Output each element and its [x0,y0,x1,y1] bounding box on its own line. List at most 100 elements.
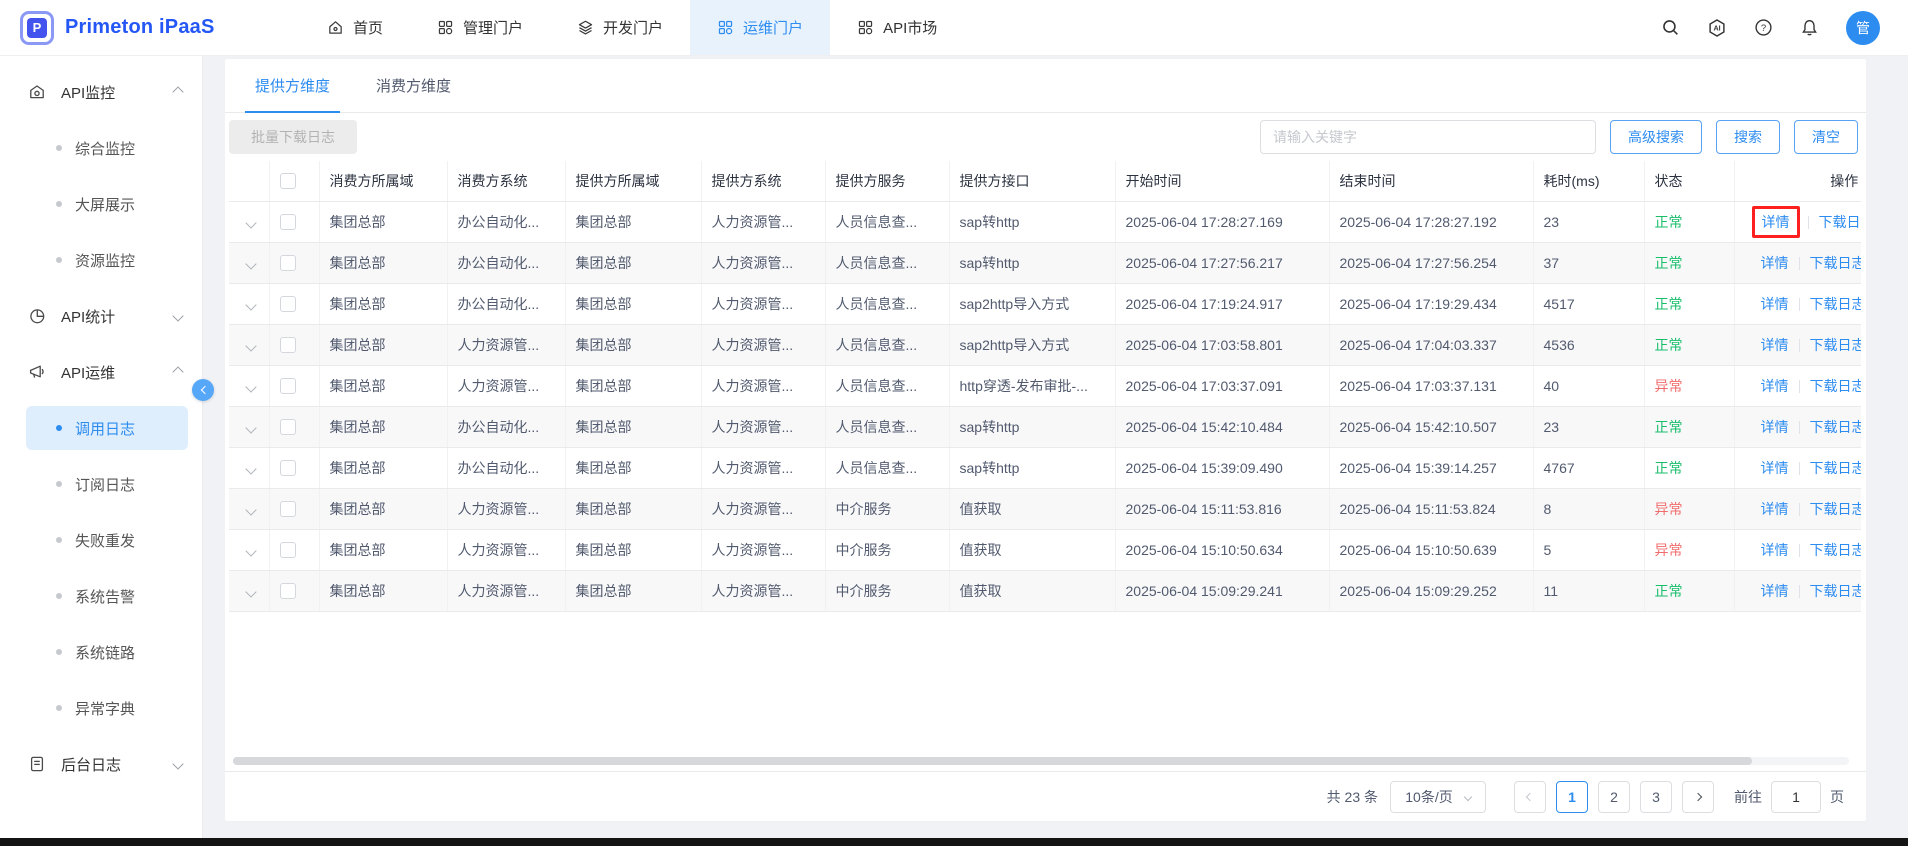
sidebar-item-label: 大屏展示 [75,194,135,215]
row-checkbox[interactable] [280,378,296,394]
top-nav-dev-portal[interactable]: 开发门户 [550,0,690,55]
goto-page-input[interactable] [1771,781,1821,813]
cell-actions: 详情 下载日志 [1734,324,1861,365]
advanced-search-button[interactable]: 高级搜索 [1610,120,1702,154]
detail-link[interactable]: 详情 [1761,419,1789,435]
sidebar-item-call-logs[interactable]: 调用日志 [0,400,202,456]
download-log-link[interactable]: 下载日志 [1810,296,1862,312]
row-expand-icon[interactable] [245,381,256,392]
sidebar-item-comprehensive-monitor[interactable]: 综合监控 [0,120,202,176]
sidebar-item-system-links[interactable]: 系统链路 [0,624,202,680]
row-expand-icon[interactable] [245,586,256,597]
row-expand-icon[interactable] [245,217,256,228]
top-nav-admin-portal[interactable]: 管理门户 [410,0,550,55]
batch-download-button[interactable]: 批量下载日志 [229,120,357,154]
row-expand-icon[interactable] [245,299,256,310]
row-checkbox[interactable] [280,460,296,476]
pie-icon [28,307,46,325]
action-divider [1799,544,1800,557]
page-button-3[interactable]: 3 [1640,781,1672,813]
action-divider [1799,585,1800,598]
cell-provider-system: 人力资源管... [701,570,825,611]
detail-link[interactable]: 详情 [1762,214,1790,230]
search-button[interactable]: 搜索 [1716,120,1780,154]
download-log-link[interactable]: 下载日志 [1810,337,1862,353]
sidebar-item-label: 订阅日志 [75,474,135,495]
row-checkbox[interactable] [280,337,296,353]
tab-consumer-dimension[interactable]: 消费方维度 [360,59,467,112]
top-nav-label: 管理门户 [463,17,523,38]
sidebar-section-api-ops[interactable]: API运维 [0,344,202,400]
download-log-link[interactable]: 下载日志 [1810,583,1862,599]
scrollbar-thumb[interactable] [233,757,1752,765]
tab-provider-dimension[interactable]: 提供方维度 [239,59,346,112]
detail-link[interactable]: 详情 [1761,583,1789,599]
sidebar-collapse-button[interactable] [192,379,214,401]
keyword-search-input[interactable] [1260,120,1596,154]
detail-link[interactable]: 详情 [1761,378,1789,394]
row-checkbox[interactable] [280,542,296,558]
sidebar-item-subscription-logs[interactable]: 订阅日志 [0,456,202,512]
row-checkbox[interactable] [280,296,296,312]
prev-page-button[interactable] [1514,781,1546,813]
top-nav-home[interactable]: 首页 [300,0,410,55]
sidebar-section-label: API统计 [61,306,174,327]
row-expand-icon[interactable] [245,463,256,474]
select-all-checkbox[interactable] [280,173,296,189]
page-button-2[interactable]: 2 [1598,781,1630,813]
help-icon[interactable]: ? [1754,18,1773,37]
ai-assistant-icon[interactable]: AI [1707,18,1727,38]
row-expand-icon[interactable] [245,340,256,351]
page-button-1[interactable]: 1 [1556,781,1588,813]
row-checkbox[interactable] [280,214,296,230]
detail-link[interactable]: 详情 [1761,337,1789,353]
detail-link[interactable]: 详情 [1761,460,1789,476]
bullet-icon [56,705,62,711]
download-log-link[interactable]: 下载日志 [1810,255,1862,271]
download-log-link[interactable]: 下载日志 [1810,460,1862,476]
detail-link[interactable]: 详情 [1761,542,1789,558]
row-expand-icon[interactable] [245,545,256,556]
download-log-link[interactable]: 下载日志 [1810,378,1862,394]
status-text: 正常 [1655,583,1683,599]
row-checkbox[interactable] [280,255,296,271]
sidebar-item-system-alerts[interactable]: 系统告警 [0,568,202,624]
sidebar-section-api-monitor[interactable]: API监控 [0,64,202,120]
top-nav-api-market[interactable]: API市场 [830,0,964,55]
row-checkbox[interactable] [280,419,296,435]
cell-provider-service: 人员信息查... [825,283,949,324]
avatar[interactable]: 管 [1846,11,1880,45]
horizontal-scrollbar[interactable] [233,757,1849,765]
sidebar-item-big-screen[interactable]: 大屏展示 [0,176,202,232]
pagination-footer: 共 23 条 10条/页 123 前往 页 [225,771,1866,821]
sidebar-section-backend-logs[interactable]: 后台日志 [0,736,202,792]
download-log-link[interactable]: 下载日志 [1819,214,1862,230]
clear-button[interactable]: 清空 [1794,120,1858,154]
sidebar-item-resource-monitor[interactable]: 资源监控 [0,232,202,288]
sidebar-item-label: 综合监控 [75,138,135,159]
row-checkbox[interactable] [280,501,296,517]
search-icon[interactable] [1661,18,1680,37]
top-nav-ops-portal[interactable]: 运维门户 [690,0,830,55]
sidebar-item-failure-resend[interactable]: 失败重发 [0,512,202,568]
bell-icon[interactable] [1800,18,1819,37]
sidebar-section-api-statistics[interactable]: API统计 [0,288,202,344]
detail-link[interactable]: 详情 [1761,255,1789,271]
download-log-link[interactable]: 下载日志 [1810,542,1862,558]
download-log-link[interactable]: 下载日志 [1810,501,1862,517]
download-log-link[interactable]: 下载日志 [1810,419,1862,435]
detail-link[interactable]: 详情 [1761,296,1789,312]
page-size-select[interactable]: 10条/页 [1390,781,1486,813]
row-expand-icon[interactable] [245,422,256,433]
row-expand-icon[interactable] [245,258,256,269]
row-expand-icon[interactable] [245,504,256,515]
header-start-time: 开始时间 [1115,161,1329,201]
top-nav: 首页 管理门户 开发门户运维门户API市场 [300,0,964,55]
next-page-button[interactable] [1682,781,1714,813]
cell-end-time: 2025-06-04 17:28:27.192 [1329,201,1533,242]
table-row: 集团总部人力资源管...集团总部人力资源管...中介服务值获取2025-06-0… [229,570,1861,611]
cell-consumer-domain: 集团总部 [319,283,447,324]
row-checkbox[interactable] [280,583,296,599]
sidebar-item-exception-dictionary[interactable]: 异常字典 [0,680,202,736]
detail-link[interactable]: 详情 [1761,501,1789,517]
